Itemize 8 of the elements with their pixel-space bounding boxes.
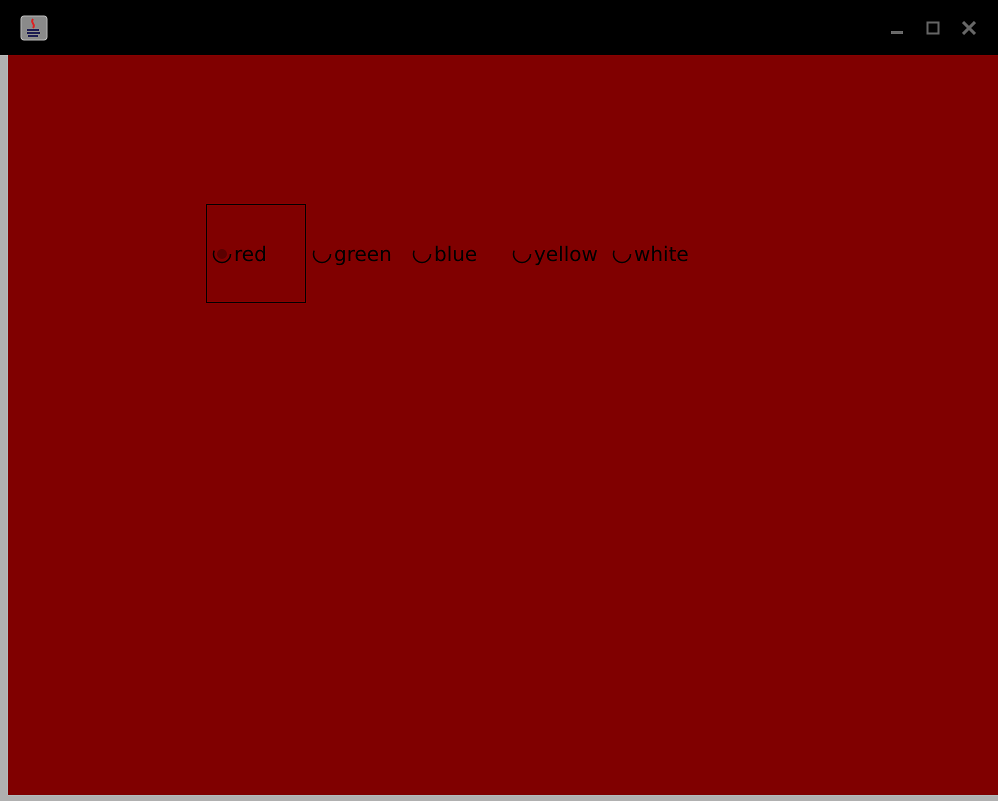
radio-option[interactable]: blue: [406, 204, 506, 303]
radio-option[interactable]: green: [306, 204, 406, 303]
maximize-icon[interactable]: [926, 20, 940, 34]
radio-option[interactable]: yellow: [506, 204, 606, 303]
radio-option[interactable]: white: [606, 204, 706, 303]
cup-icon: [20, 14, 48, 40]
radio-option[interactable]: red: [206, 204, 306, 303]
close-icon[interactable]: [962, 20, 976, 34]
